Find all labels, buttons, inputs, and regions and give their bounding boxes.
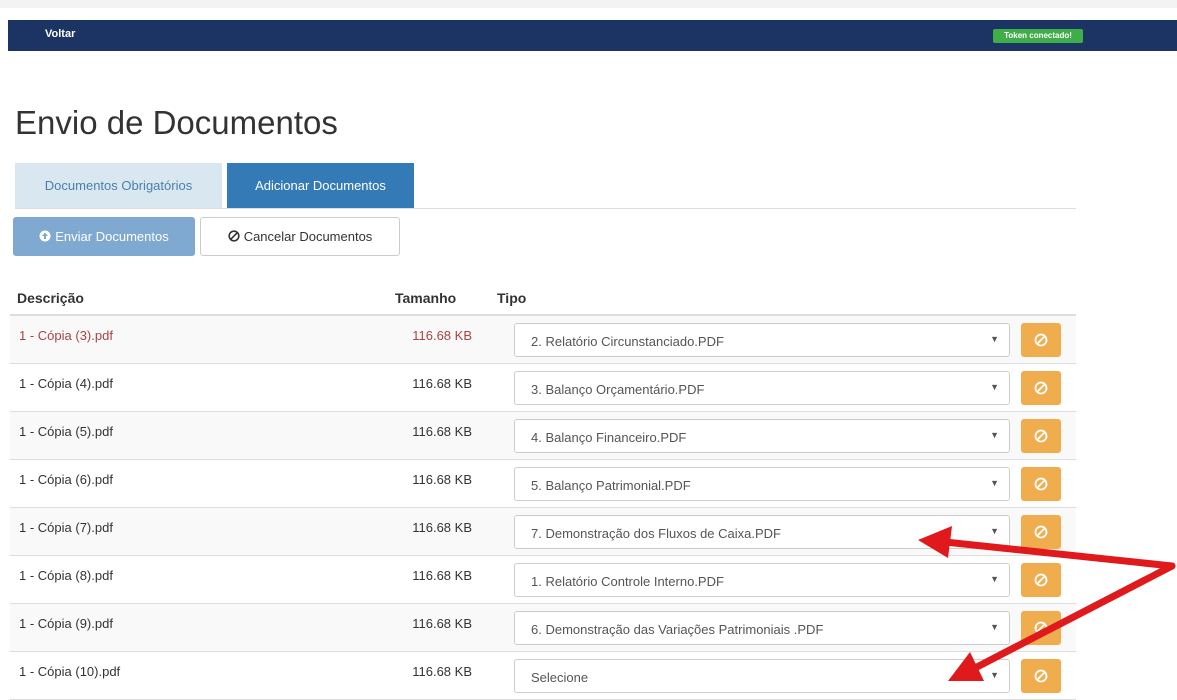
row-description: 1 - Cópia (7).pdf (19, 520, 113, 535)
caret-down-icon: ▼ (990, 574, 999, 584)
column-header-size: Tamanho (395, 290, 457, 306)
document-type-select[interactable]: 4. Balanço Financeiro.PDF ▼ (514, 419, 1010, 453)
caret-down-icon: ▼ (990, 670, 999, 680)
document-type-select[interactable]: 2. Relatório Circunstanciado.PDF ▼ (514, 323, 1010, 357)
row-description: 1 - Cópia (3).pdf (19, 328, 113, 343)
remove-document-button[interactable] (1021, 659, 1061, 693)
remove-document-button[interactable] (1021, 419, 1061, 453)
ban-icon (1034, 381, 1048, 395)
table-row: 1 - Cópia (5).pdf 116.68 KB 4. Balanço F… (10, 412, 1076, 460)
ban-icon (1034, 573, 1048, 587)
select-value: 1. Relatório Controle Interno.PDF (531, 574, 724, 589)
row-size: 116.68 KB (412, 328, 472, 343)
column-header-description: Descrição (17, 290, 84, 306)
table-row: 1 - Cópia (10).pdf 116.68 KB Selecione ▼ (10, 652, 1076, 700)
caret-down-icon: ▼ (990, 622, 999, 632)
column-header-type: Tipo (497, 290, 527, 306)
caret-down-icon: ▼ (990, 382, 999, 392)
page-title: Envio de Documentos (15, 104, 338, 141)
document-type-select[interactable]: Selecione ▼ (514, 659, 1010, 693)
remove-document-button[interactable] (1021, 323, 1061, 357)
row-size: 116.68 KB (412, 616, 472, 631)
select-value: 5. Balanço Patrimonial.PDF (531, 478, 691, 493)
row-size: 116.68 KB (412, 520, 472, 535)
remove-document-button[interactable] (1021, 371, 1061, 405)
navbar: Voltar Token conectado! (8, 20, 1177, 51)
caret-down-icon: ▼ (990, 478, 999, 488)
table-row: 1 - Cópia (9).pdf 116.68 KB 6. Demonstra… (10, 604, 1076, 652)
row-description: 1 - Cópia (5).pdf (19, 424, 113, 439)
token-status-badge: Token conectado! (993, 29, 1083, 43)
table-row: 1 - Cópia (3).pdf 116.68 KB 2. Relatório… (10, 316, 1076, 364)
remove-document-button[interactable] (1021, 467, 1061, 501)
table-row: 1 - Cópia (6).pdf 116.68 KB 5. Balanço P… (10, 460, 1076, 508)
remove-document-button[interactable] (1021, 611, 1061, 645)
document-type-select[interactable]: 7. Demonstração dos Fluxos de Caixa.PDF … (514, 515, 1010, 549)
document-type-select[interactable]: 6. Demonstração das Variações Patrimonia… (514, 611, 1010, 645)
document-type-select[interactable]: 5. Balanço Patrimonial.PDF ▼ (514, 467, 1010, 501)
cancel-documents-button[interactable]: Cancelar Documentos (200, 217, 400, 256)
row-size: 116.68 KB (412, 472, 472, 487)
row-description: 1 - Cópia (9).pdf (19, 616, 113, 631)
ban-icon (1034, 525, 1048, 539)
tab-adicionar-documentos[interactable]: Adicionar Documentos (227, 163, 414, 208)
back-link[interactable]: Voltar (45, 28, 75, 40)
row-size: 116.68 KB (412, 568, 472, 583)
table-row: 1 - Cópia (4).pdf 116.68 KB 3. Balanço O… (10, 364, 1076, 412)
ban-icon (1034, 477, 1048, 491)
select-value: 6. Demonstração das Variações Patrimonia… (531, 622, 824, 637)
select-value: 2. Relatório Circunstanciado.PDF (531, 334, 724, 349)
caret-down-icon: ▼ (990, 526, 999, 536)
row-description: 1 - Cópia (8).pdf (19, 568, 113, 583)
cancel-documents-label: Cancelar Documentos (243, 229, 373, 244)
ban-icon (1034, 429, 1048, 443)
tab-bar: Documentos Obrigatórios Adicionar Docume… (15, 163, 1076, 209)
ban-icon (1034, 333, 1048, 347)
caret-down-icon: ▼ (990, 430, 999, 440)
top-strip (0, 0, 1177, 8)
document-type-select[interactable]: 3. Balanço Orçamentário.PDF ▼ (514, 371, 1010, 405)
row-size: 116.68 KB (412, 376, 472, 391)
select-value: Selecione (531, 670, 589, 685)
ban-icon (1034, 621, 1048, 635)
row-size: 116.68 KB (412, 424, 472, 439)
ban-icon (1034, 669, 1048, 683)
upload-circle-icon (39, 219, 51, 256)
select-value: 4. Balanço Financeiro.PDF (531, 430, 687, 445)
send-documents-label: Enviar Documentos (55, 229, 169, 244)
ban-icon (228, 219, 240, 256)
document-type-select[interactable]: 1. Relatório Controle Interno.PDF ▼ (514, 563, 1010, 597)
row-size: 116.68 KB (412, 664, 472, 679)
select-value: 3. Balanço Orçamentário.PDF (531, 382, 705, 397)
send-documents-button[interactable]: Enviar Documentos (13, 217, 195, 256)
table-row: 1 - Cópia (8).pdf 116.68 KB 1. Relatório… (10, 556, 1076, 604)
caret-down-icon: ▼ (990, 334, 999, 344)
remove-document-button[interactable] (1021, 563, 1061, 597)
table-row: 1 - Cópia (7).pdf 116.68 KB 7. Demonstra… (10, 508, 1076, 556)
remove-document-button[interactable] (1021, 515, 1061, 549)
select-value: 7. Demonstração dos Fluxos de Caixa.PDF (531, 526, 781, 541)
tab-documentos-obrigatorios[interactable]: Documentos Obrigatórios (15, 163, 222, 208)
row-description: 1 - Cópia (10).pdf (19, 664, 121, 679)
row-description: 1 - Cópia (6).pdf (19, 472, 113, 487)
row-description: 1 - Cópia (4).pdf (19, 376, 113, 391)
